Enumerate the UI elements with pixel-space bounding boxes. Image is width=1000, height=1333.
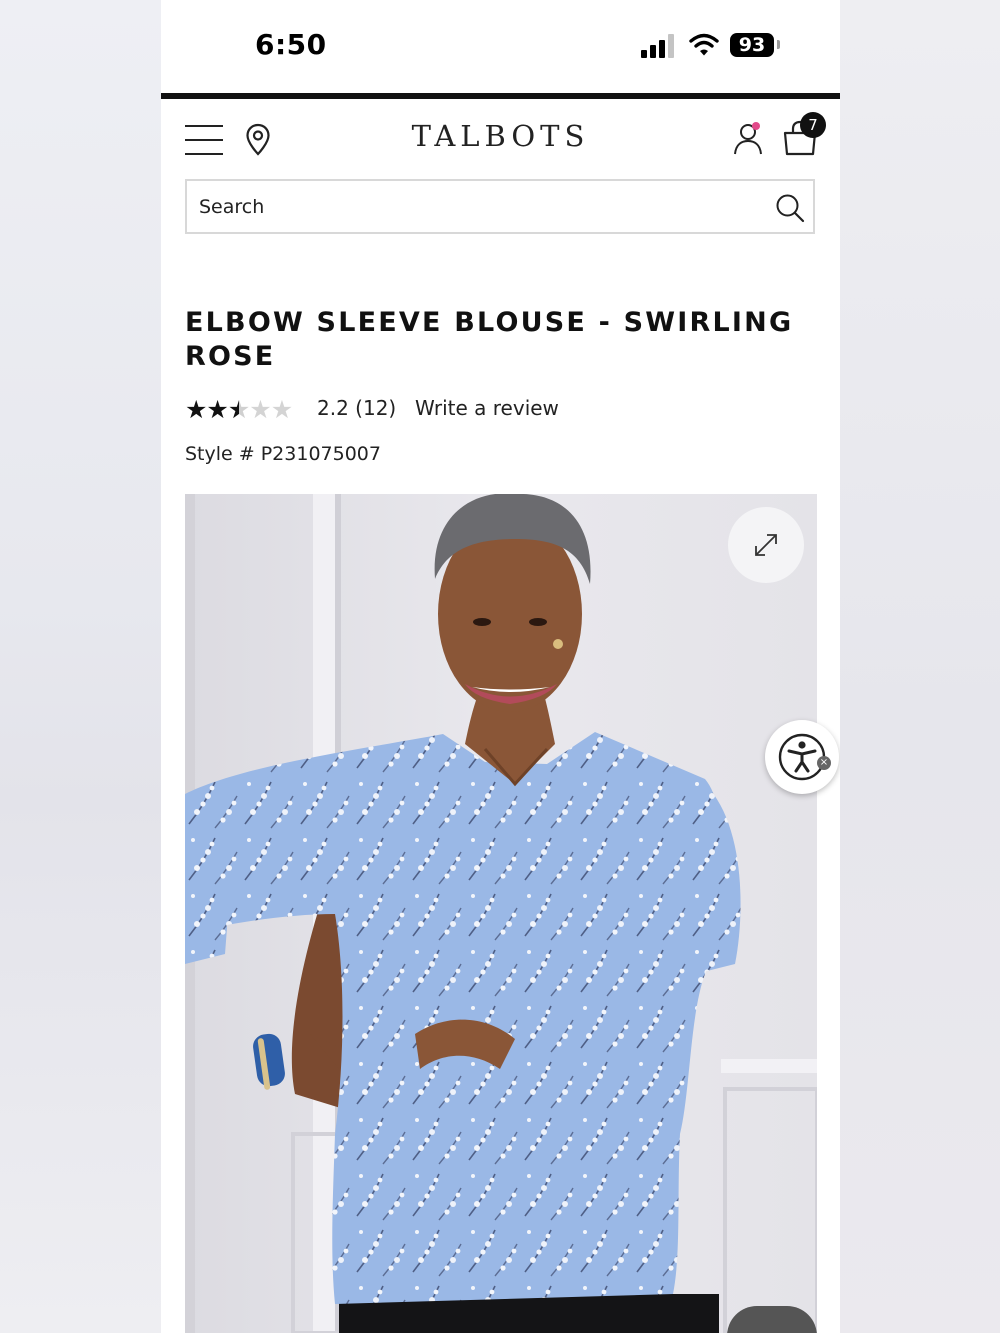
style-number: Style # P231075007 [185,443,381,465]
accessibility-button[interactable]: × [765,720,839,794]
product-photo [185,494,817,1333]
battery-icon: 93 [730,33,774,57]
expand-icon [755,534,777,556]
search-bar[interactable] [185,179,815,234]
status-time: 6:50 [255,28,327,61]
expand-image-button[interactable] [728,507,804,583]
star-rating[interactable]: ★★★ ★★ [185,395,293,424]
backdrop-left [0,0,161,1333]
star-empty-icon: ★ [249,395,271,424]
backdrop-right [840,0,1000,1333]
search-icon[interactable] [775,193,805,223]
cart-count-badge[interactable]: 7 [800,112,826,138]
accessibility-close-icon[interactable]: × [817,756,831,770]
site-header: TALBOTS 7 [161,99,840,179]
phone-screen: 6:50 93 TALBOTS 7 Search ELBOW SLEEVE BL… [161,0,840,1333]
product-title: ELBOW SLEEVE BLOUSE - SWIRLING ROSE [185,307,794,372]
rating-row: ★★★★★ 2.2 (12) Write a review [185,394,815,426]
star-empty-icon: ★ [270,395,293,424]
wifi-icon [689,33,719,56]
floating-action-button[interactable] [727,1306,817,1333]
search-input[interactable] [199,181,759,232]
write-review-link[interactable]: Write a review [415,396,559,420]
account-icon[interactable] [733,121,765,157]
rating-summary[interactable]: 2.2 (12) [317,396,396,420]
star-icon: ★ [185,395,207,424]
battery-tip [777,40,780,49]
star-half-icon: ★ [228,395,250,424]
status-bar: 6:50 93 [161,0,840,93]
star-icon: ★ [206,395,228,424]
signal-icon [641,34,674,58]
product-image[interactable] [185,494,817,1333]
